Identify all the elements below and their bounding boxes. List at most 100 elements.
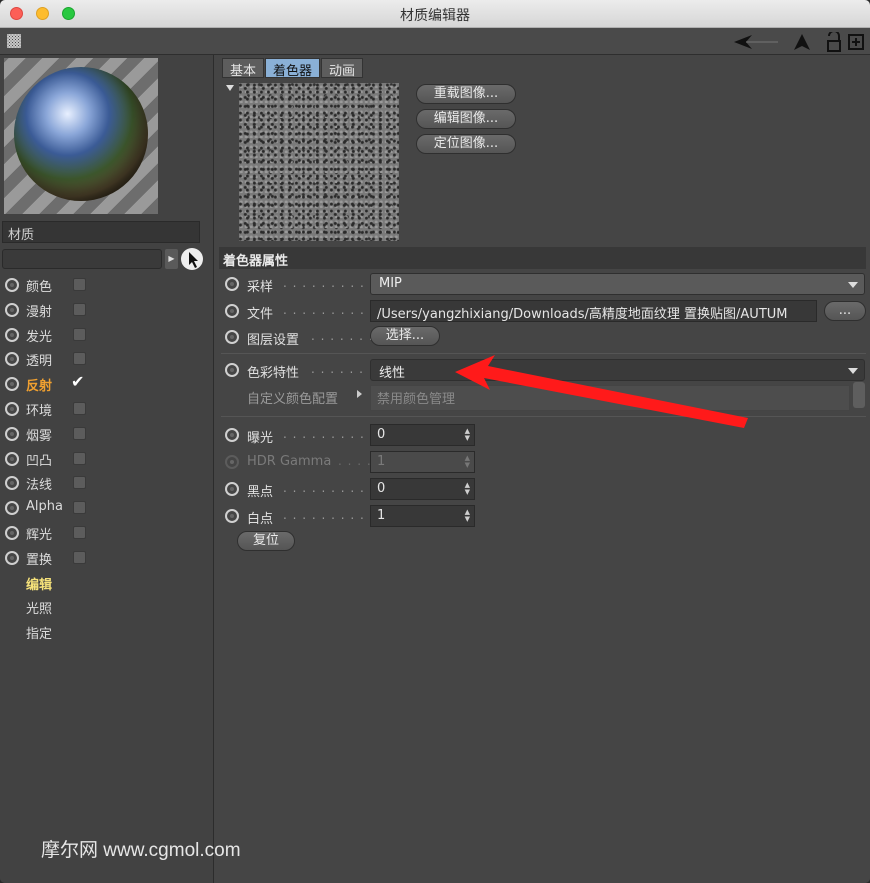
- cursor-icon[interactable]: [181, 248, 203, 270]
- channel-label: 指定: [26, 627, 53, 643]
- stepper-icon[interactable]: ▲ ▼: [465, 509, 470, 523]
- hdr-gamma-input: 1 ▲ ▼: [370, 451, 475, 473]
- hdr-gamma-anim-toggle: [225, 455, 239, 469]
- layer-anim-toggle[interactable]: [225, 330, 239, 344]
- sampling-dropdown[interactable]: MIP: [370, 273, 865, 295]
- layer-label: 图层设置: [247, 333, 300, 348]
- white-point-row: 白点 . . . . . . . . . . . 1 ▲ ▼: [215, 505, 870, 529]
- channel-item[interactable]: 漫射: [0, 298, 214, 323]
- exposure-row: 曝光 . . . . . . . . . . . 0 ▲ ▼: [215, 424, 870, 448]
- toolbar: [0, 28, 870, 55]
- material-editor-window: 材质编辑器 材质 ▶ 颜色 漫射 发光 透明 反射 ✔ 环境 烟雾 凹凸 法线 Alp: [0, 0, 870, 883]
- locate-image-button[interactable]: 定位图像...: [416, 134, 516, 154]
- tab-bar: 基本 着色器 动画: [222, 58, 364, 79]
- stepper-icon[interactable]: ▲ ▼: [465, 428, 470, 442]
- exposure-anim-toggle[interactable]: [225, 428, 239, 442]
- back-arrow-icon[interactable]: [732, 32, 780, 52]
- channel-label: Alpha: [26, 499, 63, 515]
- pointer-icon[interactable]: [792, 32, 812, 52]
- channel-item[interactable]: 指定: [0, 620, 214, 645]
- channel-item[interactable]: Alpha: [0, 496, 214, 521]
- channel-checkbox[interactable]: [73, 525, 86, 539]
- white-point-label: 白点: [247, 512, 274, 527]
- channel-item[interactable]: 辉光: [0, 521, 214, 546]
- channel-anim-toggle[interactable]: [5, 377, 19, 392]
- channel-label: 颜色: [26, 280, 53, 295]
- channel-checkbox[interactable]: [73, 451, 86, 465]
- scrollbar[interactable]: [853, 382, 865, 408]
- texture-preview[interactable]: [239, 83, 399, 241]
- material-name-field[interactable]: 材质: [2, 221, 200, 243]
- browse-file-button[interactable]: ...: [824, 301, 866, 321]
- channel-checkbox[interactable]: [73, 302, 86, 316]
- lock-icon[interactable]: [826, 32, 842, 52]
- channel-item[interactable]: 烟雾: [0, 422, 214, 447]
- channel-list: 颜色漫射发光透明反射 ✔ 环境 烟雾 凹凸法线 Alpha 辉光置换 编辑 光照指定: [0, 273, 214, 645]
- channel-item[interactable]: 光照: [0, 595, 214, 620]
- channel-label: 透明: [26, 354, 53, 370]
- channel-item[interactable]: 透明: [0, 347, 214, 372]
- channel-anim-toggle[interactable]: [5, 352, 19, 367]
- channel-item[interactable]: 环境: [0, 397, 214, 422]
- reload-image-button[interactable]: 重载图像...: [416, 84, 516, 104]
- channel-checkbox[interactable]: [73, 352, 86, 366]
- channel-item[interactable]: 置换: [0, 546, 214, 571]
- channel-item[interactable]: 反射 ✔: [0, 372, 214, 397]
- color-profile-row: 色彩特性 . . . . . . . . 线性: [215, 359, 870, 383]
- channel-item[interactable]: 法线: [0, 471, 214, 496]
- channel-item[interactable]: 发光: [0, 323, 214, 348]
- channel-anim-toggle[interactable]: [5, 501, 19, 516]
- grid-icon[interactable]: [7, 34, 21, 48]
- black-point-anim-toggle[interactable]: [225, 482, 239, 496]
- channel-anim-toggle[interactable]: [5, 476, 19, 491]
- hdr-gamma-label: HDR Gamma: [247, 454, 332, 469]
- channel-checkbox-checked[interactable]: ✔: [71, 372, 84, 391]
- exposure-input[interactable]: 0 ▲ ▼: [370, 424, 475, 446]
- channel-label: 漫射: [26, 304, 53, 320]
- edit-image-button[interactable]: 编辑图像...: [416, 109, 516, 129]
- channel-anim-toggle[interactable]: [5, 327, 19, 342]
- channel-checkbox[interactable]: [73, 278, 86, 291]
- sampling-row: 采样 . . . . . . . . . . . MIP: [215, 273, 870, 297]
- select-layer-button[interactable]: 选择...: [370, 326, 440, 346]
- channel-checkbox[interactable]: [73, 550, 86, 564]
- channel-item[interactable]: 编辑: [0, 571, 214, 596]
- channel-search-field[interactable]: [2, 249, 162, 269]
- expand-arrow-icon[interactable]: [357, 390, 362, 398]
- channel-checkbox[interactable]: [73, 426, 86, 440]
- material-preview[interactable]: [4, 58, 158, 214]
- texture-menu-arrow-icon[interactable]: [226, 85, 234, 91]
- color-profile-dropdown[interactable]: 线性: [370, 359, 865, 381]
- tab-0[interactable]: 基本: [222, 58, 265, 79]
- channel-checkbox[interactable]: [73, 327, 86, 341]
- tab-1[interactable]: 着色器: [265, 58, 321, 79]
- channel-anim-toggle[interactable]: [5, 401, 19, 416]
- channel-label: 反射: [26, 379, 53, 395]
- channel-label: 法线: [26, 478, 53, 494]
- channel-anim-toggle[interactable]: [5, 451, 19, 466]
- channel-anim-toggle[interactable]: [5, 426, 19, 441]
- channel-anim-toggle[interactable]: [5, 302, 19, 317]
- new-window-icon[interactable]: [848, 32, 864, 52]
- channel-item[interactable]: 凹凸: [0, 447, 214, 472]
- channel-label: 辉光: [26, 527, 53, 543]
- white-point-anim-toggle[interactable]: [225, 509, 239, 523]
- channel-item[interactable]: 颜色: [0, 273, 214, 298]
- white-point-input[interactable]: 1 ▲ ▼: [370, 505, 475, 527]
- file-anim-toggle[interactable]: [225, 304, 239, 318]
- expand-arrow-icon[interactable]: ▶: [165, 249, 178, 269]
- channel-checkbox[interactable]: [73, 401, 86, 415]
- sampling-anim-toggle[interactable]: [225, 277, 239, 291]
- channel-anim-toggle[interactable]: [5, 525, 19, 540]
- black-point-input[interactable]: 0 ▲ ▼: [370, 478, 475, 500]
- channel-checkbox[interactable]: [73, 476, 86, 490]
- channel-anim-toggle[interactable]: [5, 550, 19, 565]
- reset-button[interactable]: 复位: [237, 531, 295, 551]
- attributes-panel: 基本 着色器 动画 重载图像... 编辑图像... 定位图像... 着色器属性 采样…: [215, 55, 870, 883]
- stepper-icon[interactable]: ▲ ▼: [465, 482, 470, 496]
- channel-checkbox[interactable]: [73, 501, 86, 515]
- color-profile-anim-toggle[interactable]: [225, 363, 239, 377]
- tab-2[interactable]: 动画: [321, 58, 364, 79]
- channel-anim-toggle[interactable]: [5, 278, 19, 292]
- file-path-field[interactable]: /Users/yangzhixiang/Downloads/高精度地面纹理 置换…: [370, 300, 817, 322]
